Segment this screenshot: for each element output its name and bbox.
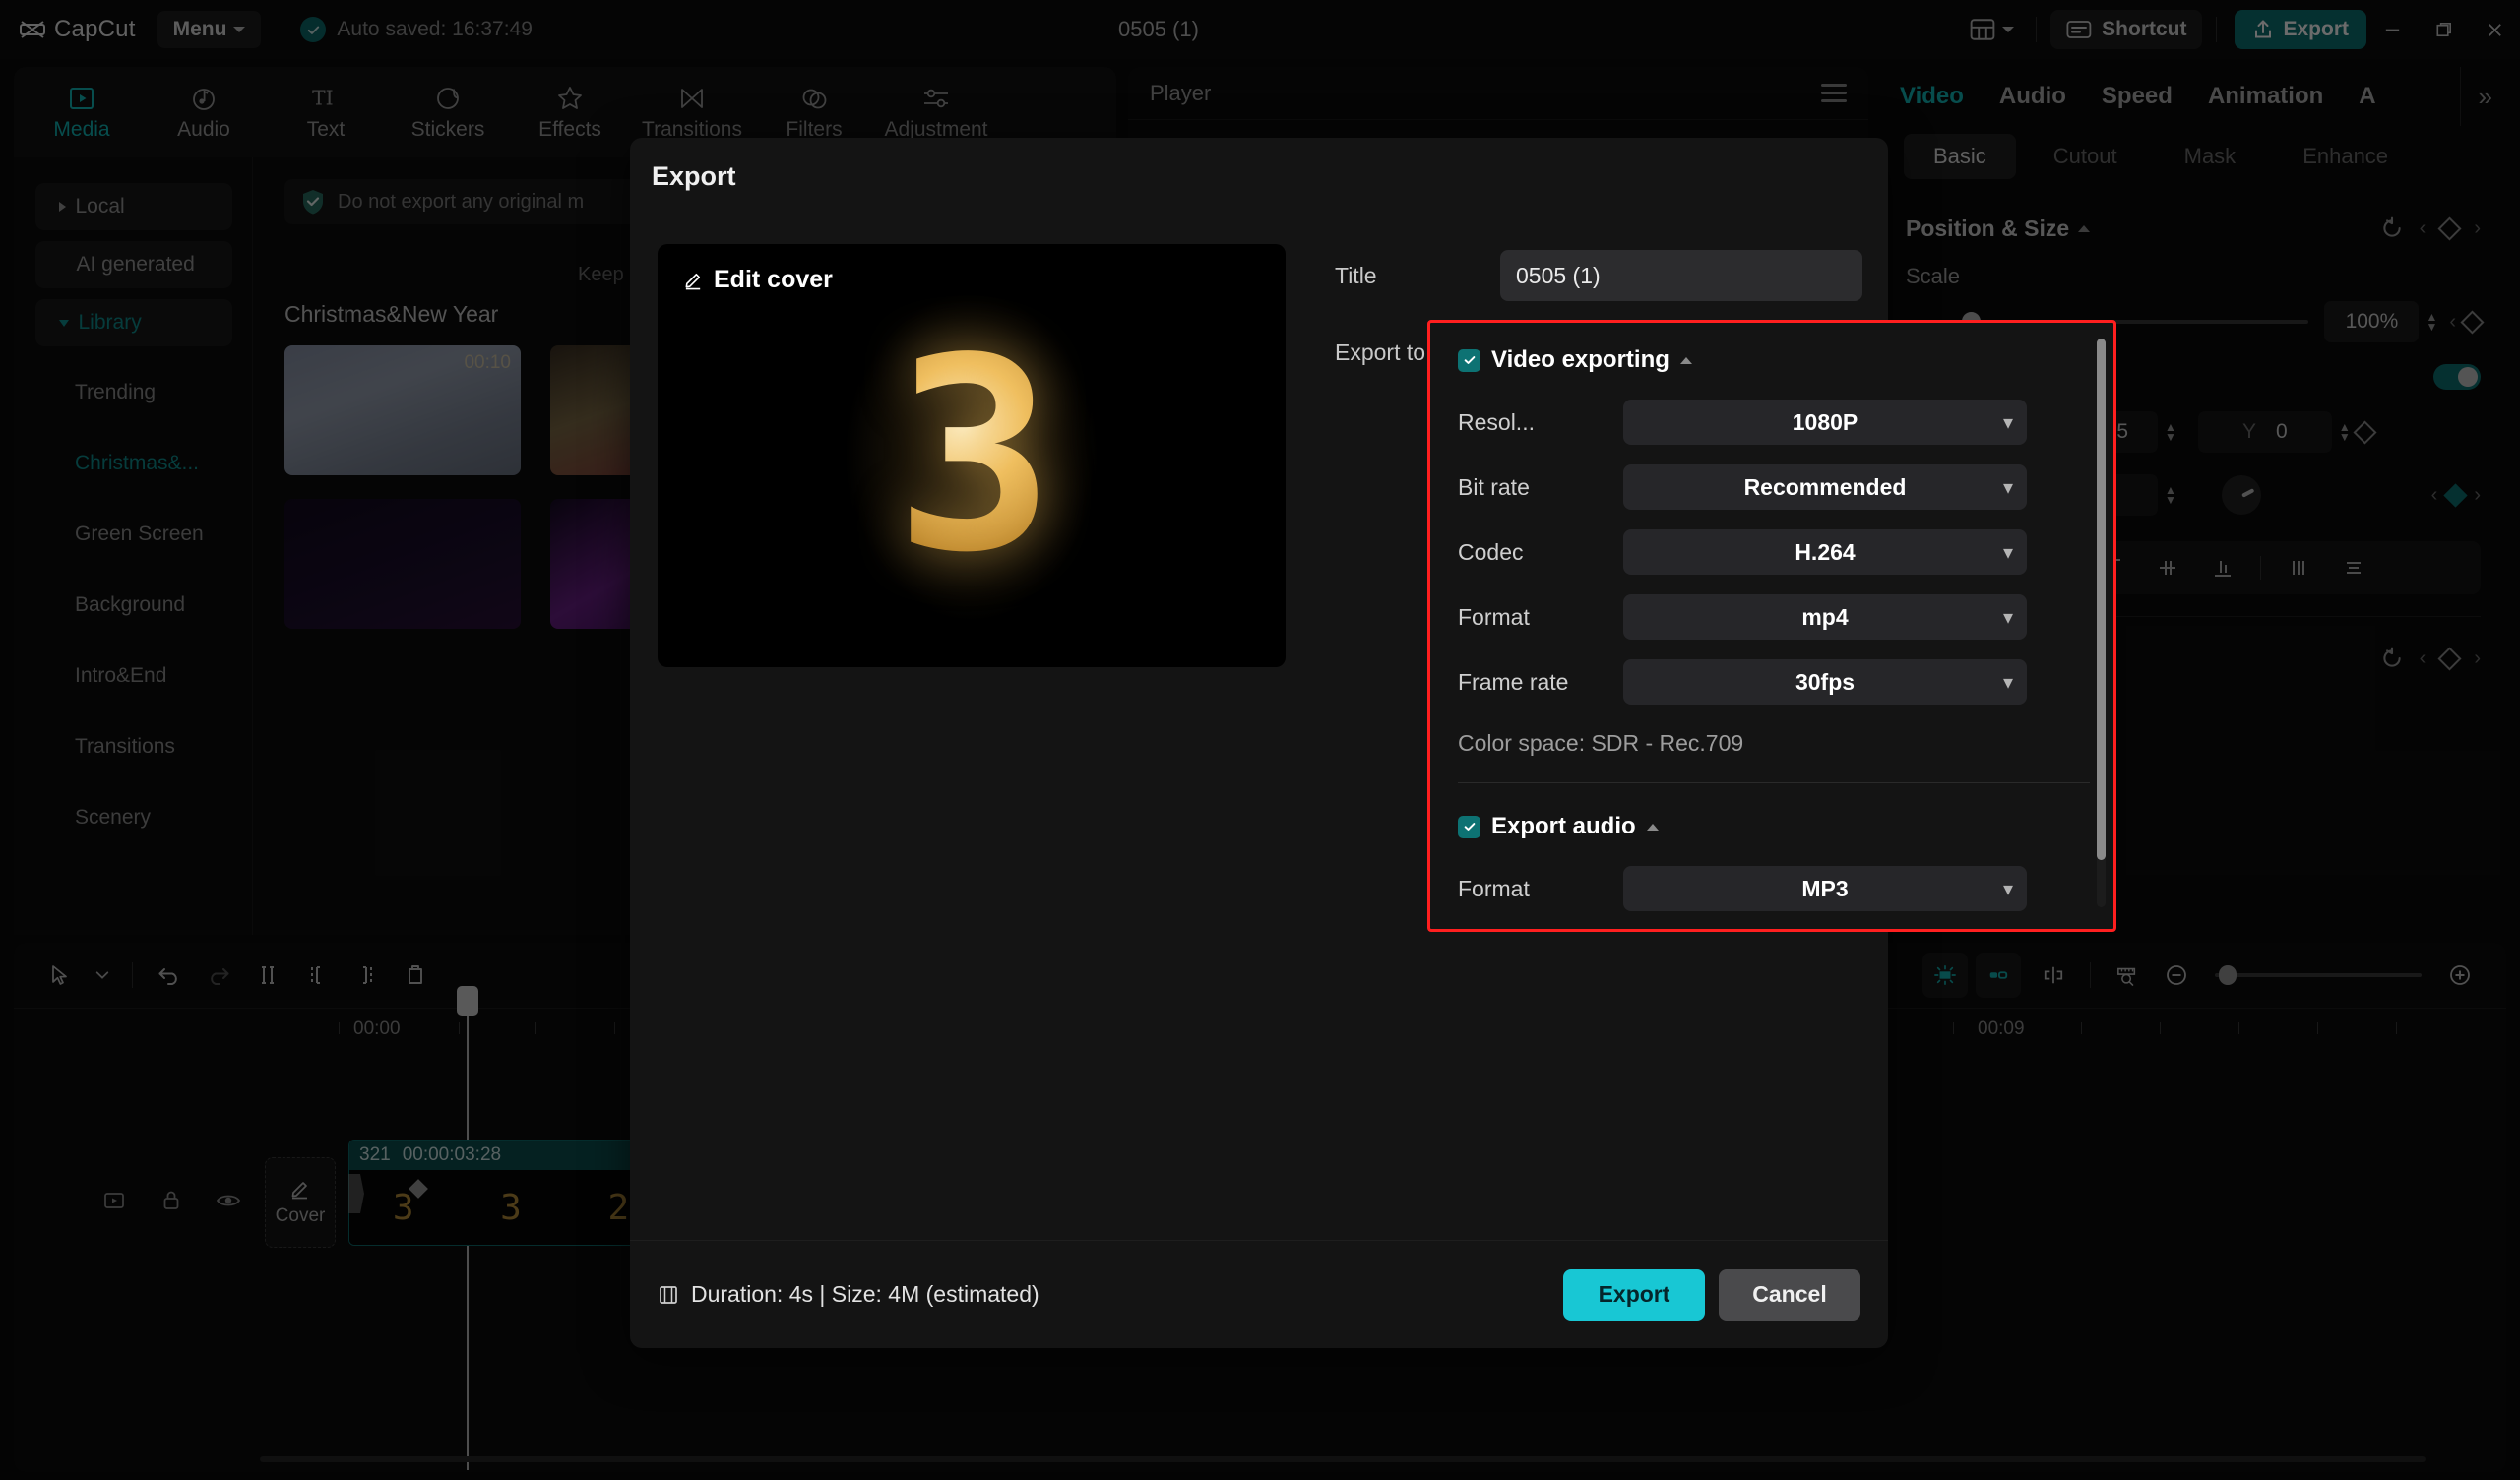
chevron-up-icon — [1680, 357, 1692, 364]
chevron-down-icon: ▾ — [2003, 605, 2013, 630]
format-select[interactable]: mp4 ▾ — [1623, 594, 2027, 640]
checkbox-checked-icon[interactable] — [1458, 816, 1480, 838]
framerate-label: Frame rate — [1458, 669, 1623, 696]
cover-number-glyph: 3 — [895, 301, 1049, 611]
chevron-down-icon: ▾ — [2003, 410, 2013, 435]
bitrate-select[interactable]: Recommended ▾ — [1623, 464, 2027, 510]
duration-size-info: Duration: 4s | Size: 4M (estimated) — [658, 1281, 1040, 1308]
video-exporting-header[interactable]: Video exporting — [1458, 340, 2090, 380]
chevron-down-icon: ▾ — [2003, 670, 2013, 695]
color-space-text: Color space: SDR - Rec.709 — [1458, 730, 2090, 757]
edit-cover-label: Edit cover — [714, 266, 833, 294]
capcut-app-window: CapCut Menu Auto saved: 16:37:49 0505 (1… — [0, 0, 2520, 1480]
chevron-down-icon: ▾ — [2003, 475, 2013, 500]
resolution-value: 1080P — [1793, 409, 1858, 436]
framerate-select[interactable]: 30fps ▾ — [1623, 659, 2027, 705]
export-dialog-body: Edit cover 3 Title 0505 (1) Export to C:… — [630, 216, 1888, 1240]
format-row: Format mp4 ▾ — [1458, 594, 2090, 640]
export-dialog-header: Export — [630, 138, 1888, 216]
audio-format-select[interactable]: MP3 ▾ — [1623, 866, 2027, 911]
chevron-down-icon: ▾ — [2003, 540, 2013, 565]
codec-value: H.264 — [1795, 539, 1855, 566]
title-input[interactable]: 0505 (1) — [1500, 250, 1862, 301]
audio-format-value: MP3 — [1801, 876, 1848, 902]
title-label: Title — [1335, 263, 1500, 289]
resolution-label: Resol... — [1458, 409, 1623, 436]
codec-label: Codec — [1458, 539, 1623, 566]
video-exporting-label: Video exporting — [1491, 346, 1670, 374]
bitrate-value: Recommended — [1744, 474, 1907, 501]
cancel-button[interactable]: Cancel — [1719, 1269, 1860, 1321]
divider — [1458, 782, 2090, 783]
pencil-icon — [683, 270, 704, 290]
dialog-action-buttons: Export Cancel — [1563, 1269, 1860, 1321]
cover-preview[interactable]: Edit cover 3 — [658, 244, 1286, 667]
audio-format-label: Format — [1458, 876, 1623, 902]
settings-scrollbar[interactable] — [2097, 339, 2106, 907]
codec-row: Codec H.264 ▾ — [1458, 529, 2090, 575]
resolution-row: Resol... 1080P ▾ — [1458, 400, 2090, 445]
format-value: mp4 — [1801, 604, 1848, 631]
chevron-up-icon — [1647, 824, 1659, 831]
bitrate-row: Bit rate Recommended ▾ — [1458, 464, 2090, 510]
framerate-value: 30fps — [1796, 669, 1855, 696]
resolution-select[interactable]: 1080P ▾ — [1623, 400, 2027, 445]
framerate-row: Frame rate 30fps ▾ — [1458, 659, 2090, 705]
scrollbar-thumb[interactable] — [2097, 339, 2106, 860]
duration-size-label: Duration: 4s | Size: 4M (estimated) — [691, 1281, 1040, 1308]
export-confirm-button[interactable]: Export — [1563, 1269, 1705, 1321]
film-strip-icon — [658, 1284, 679, 1306]
audio-format-row: Format MP3 ▾ — [1458, 866, 2090, 911]
export-settings-highlighted-region: Video exporting Resol... 1080P ▾ Bit rat… — [1427, 320, 2116, 932]
checkbox-checked-icon[interactable] — [1458, 349, 1480, 372]
title-row: Title 0505 (1) — [1335, 248, 1922, 303]
codec-select[interactable]: H.264 ▾ — [1623, 529, 2027, 575]
chevron-down-icon: ▾ — [2003, 877, 2013, 901]
bitrate-label: Bit rate — [1458, 474, 1623, 501]
export-dialog: Export Edit cover 3 Title 0505 (1) — [630, 138, 1888, 1348]
export-dialog-footer: Duration: 4s | Size: 4M (estimated) Expo… — [630, 1240, 1888, 1348]
format-label: Format — [1458, 604, 1623, 631]
export-audio-label: Export audio — [1491, 813, 1636, 840]
edit-cover-button[interactable]: Edit cover — [683, 266, 833, 294]
export-dialog-title: Export — [652, 161, 736, 192]
export-audio-header[interactable]: Export audio — [1458, 807, 2090, 846]
